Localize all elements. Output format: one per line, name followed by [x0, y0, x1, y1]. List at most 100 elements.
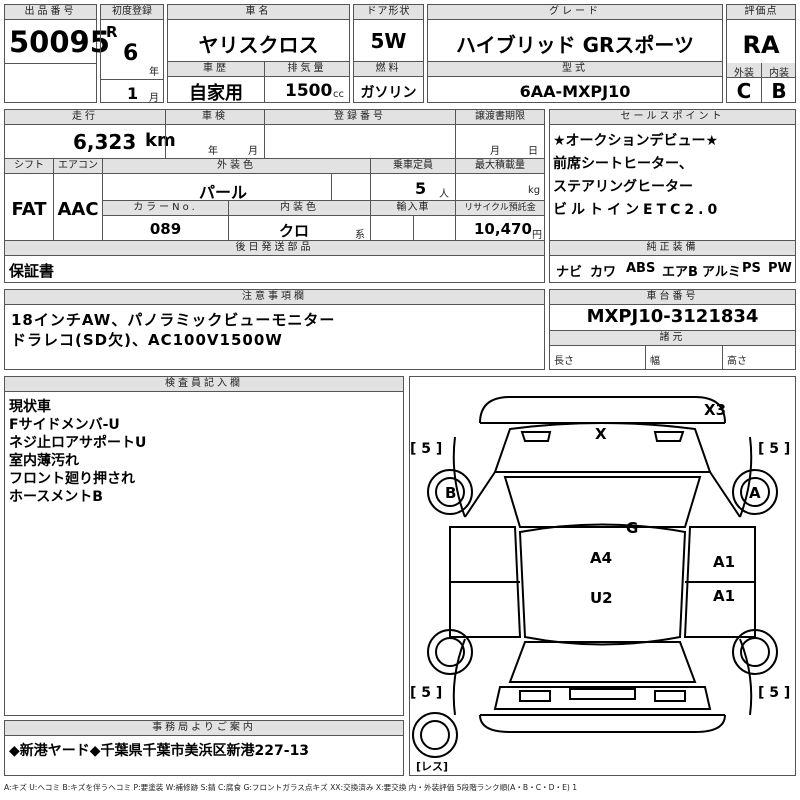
aircon-box: エアコン AAC: [53, 158, 103, 241]
notes-box: 注意事項欄 18インチAW、パノラミックビューモニター ドラレコ(SD欠)、AC…: [4, 289, 545, 370]
mileage-value: 6,323: [73, 130, 137, 154]
chassis-value: MXPJ10-3121834: [586, 306, 759, 327]
equipment-header: 純正装備: [550, 241, 795, 256]
fuel-value: ガソリン: [360, 85, 417, 101]
inspector-line: 現状車: [9, 399, 51, 415]
tire-tread-fr: [ 5 ]: [758, 441, 791, 457]
equipment-item: PS: [742, 261, 761, 276]
inspector-line: 室内薄汚れ: [9, 453, 79, 469]
inspector-line: フロント廻り押され: [9, 471, 135, 487]
color-no-box: カラーNo. 089: [102, 200, 229, 241]
color-no-header: カラーNo.: [103, 201, 228, 216]
model-header: 車名: [168, 5, 349, 20]
fuel-header: 燃料: [354, 62, 423, 77]
transfer-header: 譲渡書期限: [456, 110, 544, 125]
model-name: ヤリスクロス: [198, 33, 319, 57]
tire-tread-rl: [ 5 ]: [410, 685, 443, 701]
later-parts-header: 後日発送部品: [5, 241, 544, 256]
doors-header: ドア形状: [354, 5, 423, 20]
grade-value: ハイブリッド GRスポーツ: [456, 33, 694, 57]
notes-line: 18インチAW、パノラミックビューモニター: [11, 311, 336, 329]
transfer-day-unit: 日: [528, 146, 538, 157]
shift-value: FAT: [11, 199, 47, 220]
equipment-item: エアB: [662, 265, 698, 280]
score-int-value: B: [771, 79, 787, 103]
first-reg-year-unit: 年: [149, 67, 159, 78]
displacement-unit: cc: [333, 89, 344, 100]
first-reg-header: 初度登録: [101, 5, 163, 20]
score-int-label: 内装: [769, 68, 789, 79]
displacement-box: 排気量 1500 cc: [264, 61, 350, 103]
inspector-line: Fサイドメンバ-U: [9, 417, 120, 433]
inspector-box: 検査員記入欄 現状車 Fサイドメンバ-U ネジ止ロアサポートU 室内薄汚れ フロ…: [4, 376, 404, 716]
max-load-unit: kg: [528, 185, 541, 196]
tire-tread-rr: [ 5 ]: [758, 685, 791, 701]
equipment-item: PW: [768, 261, 792, 276]
inspection-header: 車検: [166, 110, 264, 125]
sales-point-line: ステアリングヒーター: [553, 179, 693, 195]
type-code-header: 型式: [428, 62, 722, 77]
grade-box: グレード ハイブリッド GRスポーツ: [427, 4, 723, 62]
recycle-header: リサイクル預託金: [456, 201, 544, 216]
aircon-value: AAC: [57, 199, 99, 220]
car-diagram: X3 X B A G A4 A1 U2 A1 [ 5 ] [ 5 ] [ 5 ]…: [409, 376, 796, 776]
int-color-value: クロ: [278, 222, 309, 240]
damage-mark-a4: A4: [590, 549, 613, 567]
dims-header: 諸元: [550, 330, 795, 346]
damage-mark-a: A: [749, 484, 761, 502]
aircon-header: エアコン: [54, 159, 102, 174]
damage-mark-g: G: [626, 519, 639, 537]
first-reg-box: 初度登録 R 6 年 1 月: [100, 4, 164, 104]
fuel-box: 燃料 ガソリン: [353, 61, 424, 103]
chassis-header: 車台番号: [550, 290, 795, 305]
inspection-month-unit: 月: [248, 146, 258, 157]
damage-mark-u2: U2: [590, 589, 613, 607]
equipment-item: ナビ: [556, 265, 583, 280]
later-parts-value: 保証書: [9, 262, 55, 280]
tire-tread-fl: [ 5 ]: [410, 441, 443, 457]
sales-points-box: セールスポイント ★オークションデビュー★ 前席シートヒーター、 ステアリングヒ…: [549, 109, 796, 241]
displacement-header: 排気量: [265, 62, 349, 77]
recycle-unit: 円: [532, 230, 542, 241]
max-load-box: 最大積載量 kg: [455, 158, 545, 201]
capacity-header: 乗車定員: [371, 159, 455, 174]
capacity-box: 乗車定員 5 人: [370, 158, 456, 201]
office-header: 事務局よりご案内: [5, 721, 403, 736]
shift-box: シフト FAT: [4, 158, 54, 241]
lot-number: 50095: [9, 25, 110, 59]
notes-line: ドラレコ(SD欠)、AC100V1500W: [11, 331, 283, 349]
transfer-month-unit: 月: [490, 146, 500, 157]
chassis-box: 車台番号 MXPJ10-3121834 諸元 長さ 幅 高さ: [549, 289, 796, 370]
doors-value: 5W: [370, 29, 407, 53]
damage-mark-a1: A1: [713, 553, 736, 571]
displacement-value: 1500: [285, 81, 333, 101]
tire-spare: [レス]: [416, 760, 449, 773]
first-reg-era: R: [106, 23, 118, 41]
ext-color-box: 外装色 パール: [102, 158, 371, 202]
import-box: 輸入車: [370, 200, 456, 241]
recycle-value: 10,470: [474, 220, 532, 238]
capacity-unit: 人: [439, 189, 449, 200]
dims-height-label: 高さ: [727, 356, 747, 367]
mileage-box: 走行 6,323 km: [4, 109, 176, 159]
later-parts-box: 後日発送部品 保証書: [4, 240, 545, 283]
equipment-item: ABS: [626, 261, 656, 276]
reg-number-header: 登録番号: [265, 110, 455, 125]
notes-header: 注意事項欄: [5, 290, 544, 305]
first-reg-year: 6: [123, 41, 139, 66]
reg-number-box: 登録番号: [264, 109, 456, 159]
legend-footer: A:キズ U:ヘコミ B:キズを伴うヘコミ P:要塗装 W:補修跡 S:錆 C:…: [4, 783, 578, 792]
inspector-line: ネジ止ロアサポートU: [9, 435, 147, 451]
int-color-box: 内装色 クロ 系: [228, 200, 371, 241]
inspection-year-unit: 年: [208, 146, 218, 157]
score-value: RA: [742, 31, 780, 59]
score-box: 評価点 RA 外装 内装 C B: [726, 4, 796, 103]
model-box: 車名 ヤリスクロス: [167, 4, 350, 62]
import-header: 輸入車: [371, 201, 455, 216]
int-color-header: 内装色: [229, 201, 370, 216]
max-load-header: 最大積載量: [456, 159, 544, 174]
capacity-value: 5: [415, 179, 427, 198]
equipment-item: アルミ: [702, 265, 741, 280]
lot-box: 出品番号 50095: [4, 4, 110, 103]
shift-header: シフト: [5, 159, 53, 174]
